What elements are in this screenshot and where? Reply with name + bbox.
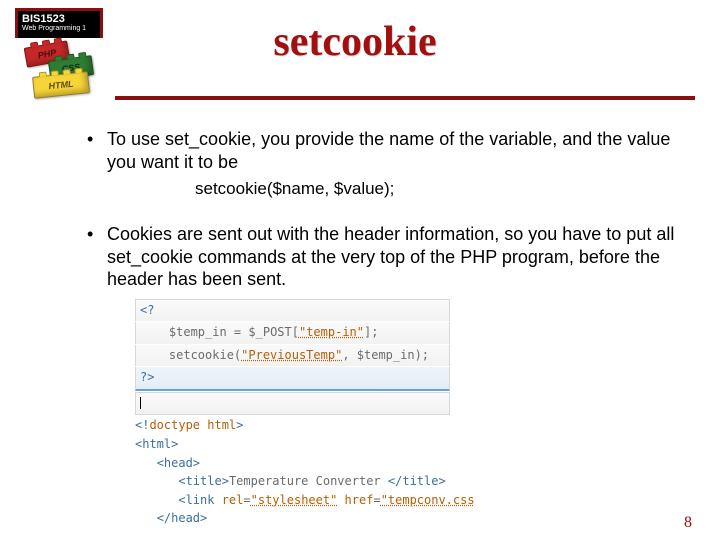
snippet-doctype: doctype html	[149, 418, 236, 432]
page-title: setcookie	[15, 18, 695, 66]
inline-code: setcookie($name, $value);	[75, 179, 675, 199]
snippet-post: $_POST	[248, 325, 291, 339]
snippet-html-open: <html>	[135, 437, 178, 451]
snippet-var: $temp_in	[169, 325, 227, 339]
snippet-title-text: Temperature Converter	[229, 474, 388, 488]
lego-label-html: HTML	[33, 72, 89, 98]
code-snippet: <? $temp_in = $_POST["temp-in"]; setcook…	[135, 299, 675, 529]
slide-body: To use set_cookie, you provide the name …	[75, 128, 675, 528]
snippet-php-close: ?>	[140, 370, 154, 384]
bullet-2: Cookies are sent out with the header inf…	[75, 223, 675, 291]
title-underline	[115, 96, 695, 100]
page-number: 8	[684, 514, 692, 532]
snippet-head-open: <head>	[157, 456, 200, 470]
slide-header: BIS1523 Web Programming 1 PHP CSS HTML s…	[15, 8, 695, 108]
snippet-arg2: $temp_in	[357, 348, 415, 362]
cursor-icon	[140, 397, 141, 409]
bullet-1: To use set_cookie, you provide the name …	[75, 128, 675, 173]
snippet-setcookie-fn: setcookie(	[169, 348, 241, 362]
snippet-href: "tempconv.css	[381, 493, 475, 507]
lego-brick-yellow: HTML	[32, 71, 90, 99]
snippet-post-key: "temp-in"	[299, 325, 364, 339]
snippet-php-open: <?	[140, 303, 154, 317]
snippet-head-close: </head>	[157, 511, 208, 525]
slide: BIS1523 Web Programming 1 PHP CSS HTML s…	[0, 0, 720, 540]
snippet-arg1: "PreviousTemp"	[241, 348, 342, 362]
